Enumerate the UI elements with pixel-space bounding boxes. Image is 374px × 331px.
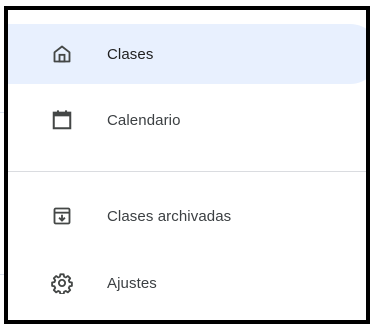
nav-item-calendario[interactable]: Calendario: [8, 90, 366, 150]
nav-item-clases-archivadas[interactable]: Clases archivadas: [8, 186, 366, 246]
nav-item-clases[interactable]: Clases: [8, 24, 366, 84]
nav-divider: [8, 171, 366, 172]
archive-icon: [50, 204, 74, 228]
nav-item-label: Calendario: [107, 111, 181, 129]
navigation-drawer: Clases Calendario Clases archivadas Ajus…: [4, 6, 370, 324]
home-icon: [50, 42, 74, 66]
nav-item-ajustes[interactable]: Ajustes: [8, 253, 366, 313]
nav-list: Clases Calendario Clases archivadas Ajus…: [8, 10, 366, 320]
nav-item-label: Clases archivadas: [107, 207, 232, 225]
nav-item-label: Ajustes: [107, 274, 157, 292]
settings-gear-icon: [50, 271, 74, 295]
calendar-icon: [50, 108, 74, 132]
nav-item-label: Clases: [107, 45, 154, 63]
